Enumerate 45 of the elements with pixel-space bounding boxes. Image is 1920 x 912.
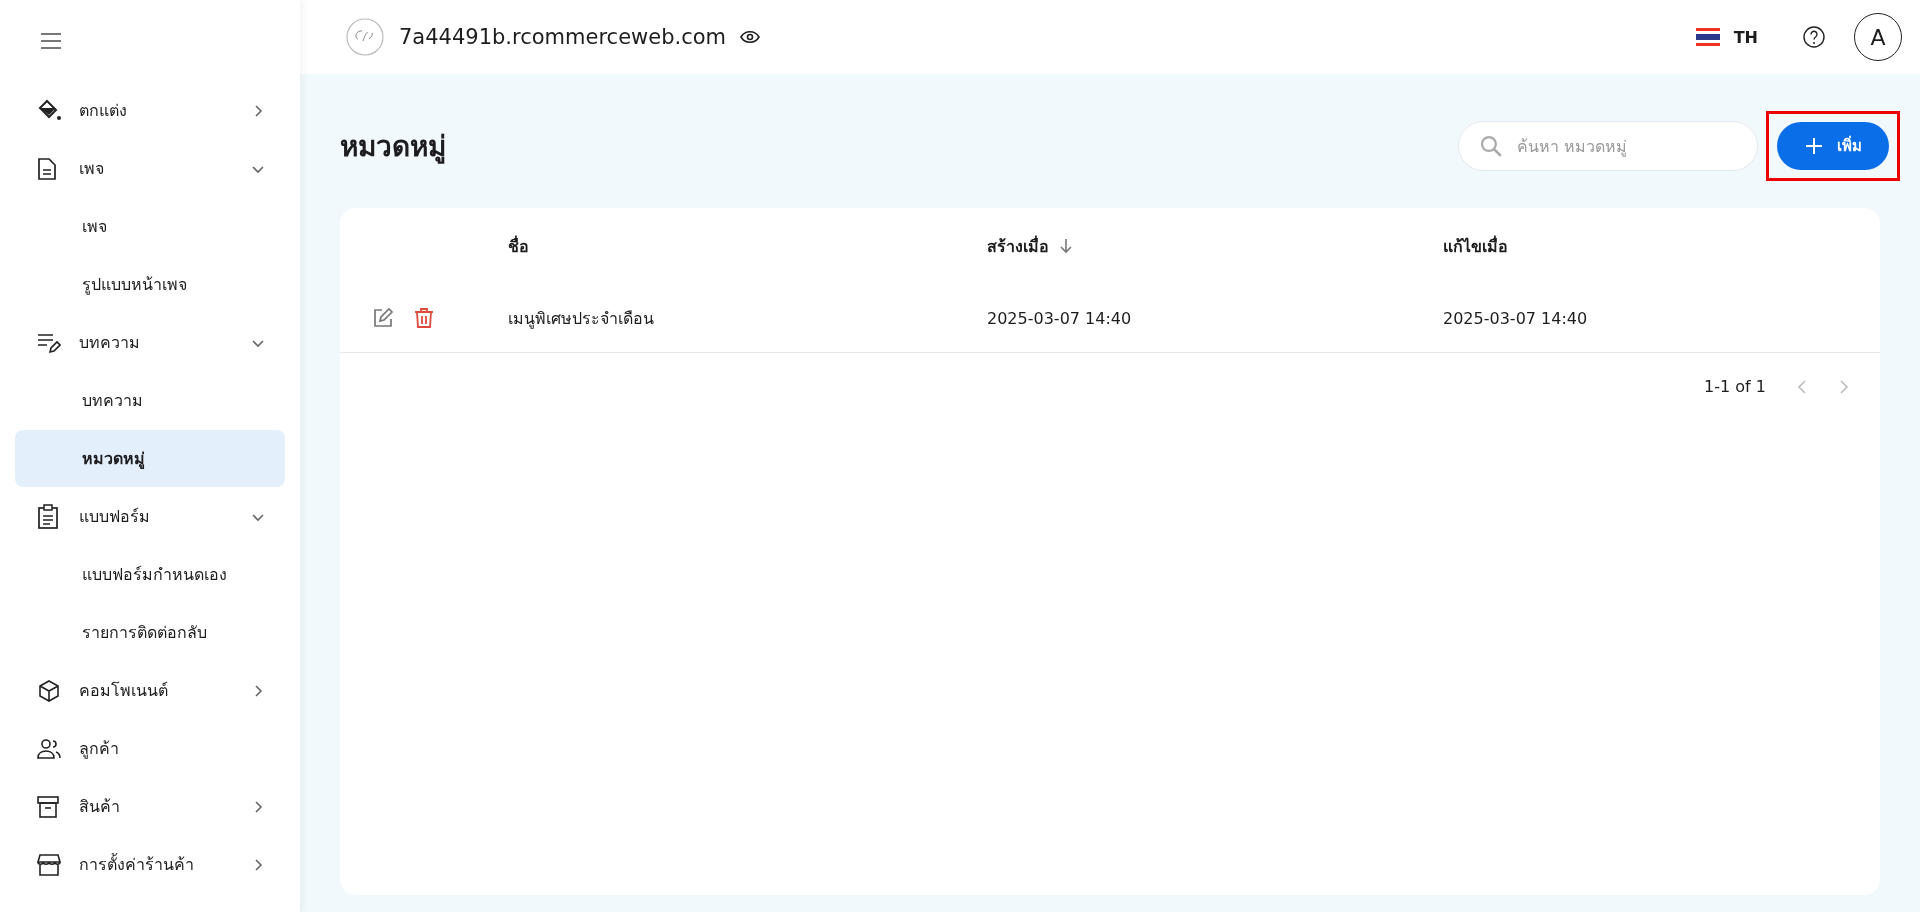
- sidebar-subitem[interactable]: เพจ: [15, 198, 285, 255]
- search-input[interactable]: ค้นหา หมวดหมู่: [1514, 135, 1737, 157]
- sidebar-subitem[interactable]: รายการติดต่อกลับ: [15, 604, 285, 661]
- sidebar-item[interactable]: แบบฟอร์ม: [15, 488, 285, 545]
- table-cell-text: 2025-03-07 14:40: [987, 308, 1133, 328]
- sidebar-subitem[interactable]: บทความ: [15, 372, 285, 429]
- store-icon: [37, 852, 61, 877]
- sidebar-item[interactable]: ตกแต่ง: [15, 82, 285, 139]
- help-icon[interactable]: [1802, 25, 1826, 49]
- flag-icon: [1695, 28, 1720, 46]
- site-domain[interactable]: 7a44491b.rcommerceweb.com: [399, 25, 727, 49]
- edit-icon[interactable]: [372, 307, 394, 329]
- logo-icon: [345, 17, 385, 57]
- users-icon: [37, 737, 63, 760]
- page-title: หมวดหมู่: [340, 129, 446, 166]
- add-button[interactable]: เพิ่ม: [1777, 122, 1889, 170]
- paint-bucket-icon: [37, 98, 63, 123]
- edit-list-icon: [37, 331, 61, 354]
- sidebar-item[interactable]: การตั้งค่าร้านค้า: [15, 836, 285, 893]
- sidebar-subitem[interactable]: แบบฟอร์มกำหนดเอง: [15, 546, 285, 603]
- column-header[interactable]: สร้างเมื่อ: [987, 233, 1049, 259]
- table-cell-text: เมนูพิเศษประจำเดือน: [508, 307, 655, 331]
- pagination-range: 1-1 of 1: [1704, 377, 1766, 396]
- sidebar-subitem[interactable]: รูปแบบหน้าเพจ: [15, 256, 285, 313]
- search-icon: [1479, 134, 1503, 158]
- table-cell-text: 2025-03-07 14:40: [1443, 308, 1589, 328]
- sidebar-item[interactable]: สินค้า: [15, 778, 285, 835]
- clipboard-icon: [37, 503, 59, 530]
- eye-icon[interactable]: [740, 30, 761, 44]
- search-field[interactable]: ค้นหา หมวดหมู่: [1458, 121, 1758, 171]
- plus-icon: [1804, 137, 1823, 155]
- archive-box-icon: [37, 794, 59, 819]
- cube-icon: [37, 678, 61, 703]
- sidebar-item[interactable]: เพจ: [15, 140, 285, 197]
- trash-icon[interactable]: [414, 307, 434, 329]
- document-icon: [37, 156, 57, 181]
- sidebar-item[interactable]: คอมโพเนนต์: [15, 662, 285, 719]
- sort-down-icon[interactable]: [1059, 238, 1073, 254]
- language-selector[interactable]: TH: [1733, 27, 1758, 47]
- column-header[interactable]: แก้ไขเมื่อ: [1443, 233, 1508, 259]
- sidebar-item[interactable]: ลูกค้า: [15, 720, 285, 777]
- column-header[interactable]: ชื่อ: [508, 233, 529, 259]
- sidebar-subitem[interactable]: หมวดหมู่: [15, 430, 285, 487]
- menu-icon[interactable]: [40, 33, 62, 49]
- sidebar-item[interactable]: บทความ: [15, 314, 285, 371]
